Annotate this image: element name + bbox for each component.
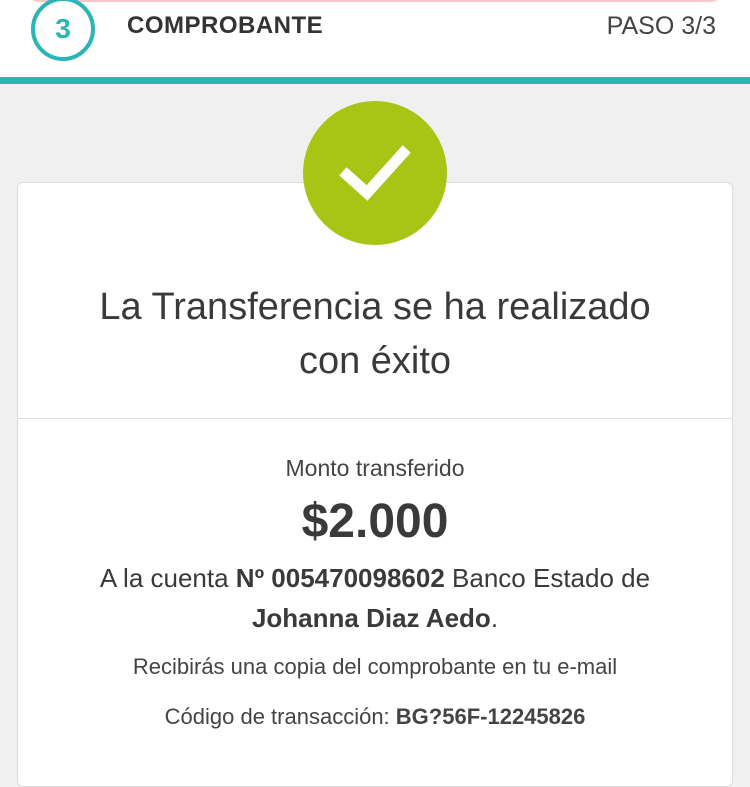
- transaction-code-label: Código de transacción:: [164, 704, 390, 729]
- recipient-suffix: .: [490, 603, 499, 633]
- step-title: COMPROBANTE: [127, 12, 324, 39]
- receipt-card: [17, 182, 733, 787]
- step-number-badge: 3: [31, 0, 95, 61]
- bank-text: Banco Estado de: [452, 563, 651, 593]
- account-number: Nº 005470098602: [235, 563, 445, 593]
- amount-label: Monto transferido: [285, 455, 465, 481]
- step-header: 3 COMPROBANTE PASO 3/3: [0, 0, 750, 80]
- success-badge: [303, 101, 447, 245]
- divider: [17, 418, 733, 419]
- headline-line-2: con éxito: [298, 340, 452, 382]
- top-banner-strip: [28, 0, 722, 2]
- transaction-code: BG?56F-12245826: [395, 704, 586, 729]
- progress-bar: [0, 77, 750, 84]
- account-details: A la cuenta Nº 005470098602 Banco Estado…: [17, 558, 733, 638]
- transferred-amount: $2.000: [301, 495, 449, 548]
- step-counter: PASO 3/3: [606, 12, 716, 40]
- email-note: Recibirás una copia del comprobante en t…: [132, 654, 618, 679]
- account-line-2: Johanna Diaz Aedo.: [17, 598, 733, 638]
- recipient-name: Johanna Diaz Aedo: [251, 603, 491, 633]
- transaction-code-line: Código de transacción: BG?56F-12245826: [17, 704, 733, 730]
- account-prefix: A la cuenta: [99, 563, 229, 593]
- check-icon: [339, 145, 411, 201]
- success-headline: La Transferencia se ha realizado con éxi…: [17, 280, 733, 388]
- account-line-1: A la cuenta Nº 005470098602 Banco Estado…: [17, 558, 733, 598]
- headline-line-1: La Transferencia se ha realizado: [99, 286, 651, 328]
